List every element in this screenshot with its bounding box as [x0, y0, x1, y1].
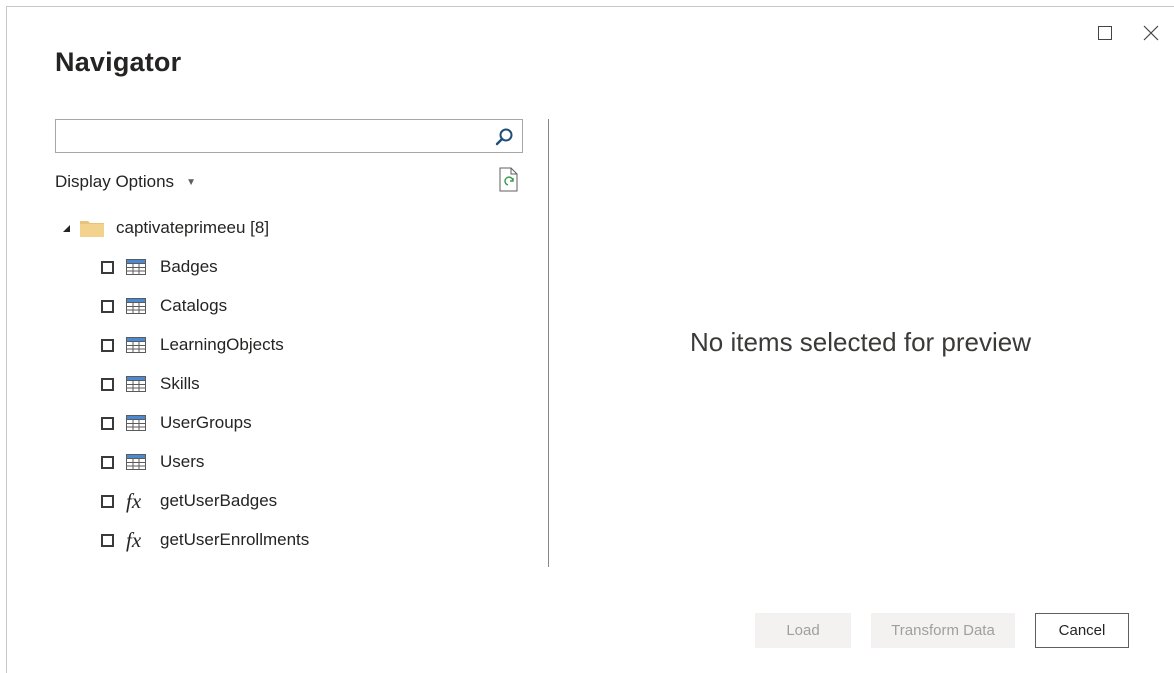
- transform-data-button[interactable]: Transform Data: [871, 613, 1015, 648]
- tree-item-users[interactable]: Users: [101, 449, 204, 475]
- table-icon: [126, 337, 146, 353]
- table-icon: [126, 454, 146, 470]
- tree-item-label: Users: [160, 452, 205, 471]
- tree-item-learningobjects[interactable]: LearningObjects: [101, 332, 284, 358]
- tree-root-label: captivateprimeeu [8]: [116, 218, 270, 237]
- tree-root-node[interactable]: captivateprimeeu [8]: [63, 215, 269, 241]
- checkbox[interactable]: [101, 494, 114, 508]
- checkbox[interactable]: [101, 533, 114, 547]
- preview-empty-message: No items selected for preview: [689, 327, 1032, 357]
- maximize-button[interactable]: [1093, 21, 1117, 45]
- tree-item-badges[interactable]: Badges: [101, 254, 218, 280]
- checkbox[interactable]: [101, 377, 114, 391]
- display-options-label: Display Options: [55, 172, 175, 191]
- tree-item-label: Catalogs: [160, 296, 228, 315]
- cancel-button[interactable]: Cancel: [1035, 613, 1129, 648]
- checkbox[interactable]: [101, 299, 114, 313]
- tree-item-label: LearningObjects: [160, 335, 284, 354]
- folder-icon: [80, 221, 104, 237]
- tree-item-label: getUserEnrollments: [160, 530, 310, 549]
- checkbox[interactable]: [101, 455, 114, 469]
- function-icon: fx: [126, 527, 142, 552]
- tree-item-getuserenrollments[interactable]: fx getUserEnrollments: [101, 527, 309, 553]
- search-icon[interactable]: [494, 127, 514, 147]
- search-field[interactable]: [55, 119, 523, 153]
- navigator-tree: captivateprimeeu [8] Badges Catalogs Lea…: [63, 215, 309, 550]
- function-icon: fx: [126, 488, 142, 513]
- table-icon: [126, 376, 146, 392]
- navigator-dialog: Navigator Display Options ▼ captivatepri…: [6, 6, 1174, 673]
- tree-item-label: UserGroups: [160, 413, 252, 432]
- refresh-icon[interactable]: [497, 167, 521, 193]
- checkbox[interactable]: [101, 260, 114, 274]
- tree-item-label: Badges: [160, 257, 218, 276]
- table-icon: [126, 259, 146, 275]
- checkbox[interactable]: [101, 338, 114, 352]
- table-icon: [126, 415, 146, 431]
- tree-item-skills[interactable]: Skills: [101, 371, 200, 397]
- load-button[interactable]: Load: [755, 613, 851, 648]
- table-icon: [126, 298, 146, 314]
- tree-item-usergroups[interactable]: UserGroups: [101, 410, 252, 436]
- caret-down-icon: ▼: [186, 176, 196, 188]
- search-input[interactable]: [62, 124, 486, 150]
- maximize-icon: [1098, 26, 1112, 40]
- tree-item-label: Skills: [160, 374, 200, 393]
- display-options-dropdown[interactable]: Display Options ▼: [55, 172, 196, 192]
- close-button[interactable]: [1139, 21, 1163, 45]
- tree-item-catalogs[interactable]: Catalogs: [101, 293, 227, 319]
- tree-item-label: getUserBadges: [160, 491, 278, 510]
- expand-arrow-icon[interactable]: [63, 224, 70, 232]
- page-title: Navigator: [55, 47, 182, 77]
- close-icon: [1143, 25, 1159, 41]
- tree-item-getuserbadges[interactable]: fx getUserBadges: [101, 488, 277, 514]
- checkbox[interactable]: [101, 416, 114, 430]
